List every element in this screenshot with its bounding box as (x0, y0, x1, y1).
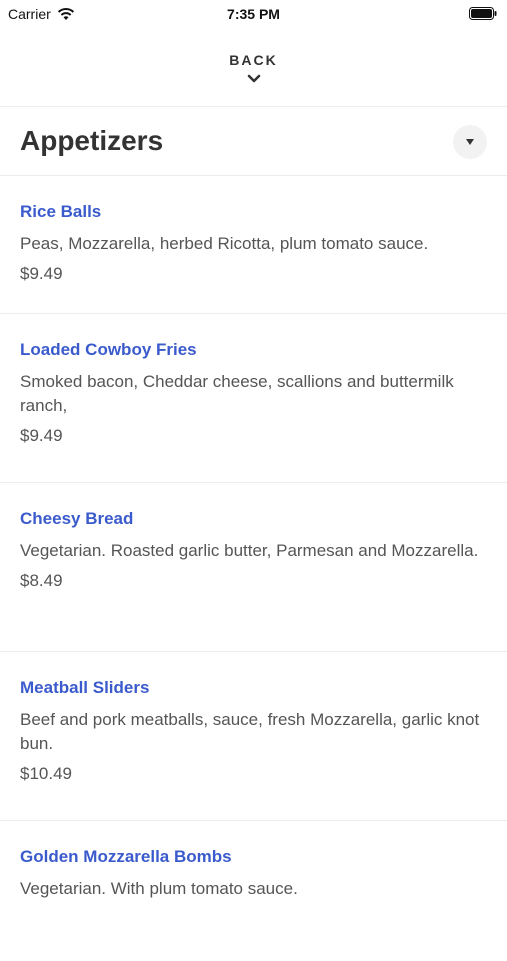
list-item[interactable]: Loaded Cowboy Fries Smoked bacon, Chedda… (0, 314, 507, 483)
item-description: Vegetarian. With plum tomato sauce. (20, 879, 298, 898)
caret-down-icon (466, 139, 474, 145)
list-item[interactable]: Cheesy Bread Vegetarian. Roasted garlic … (0, 483, 507, 652)
section-header: Appetizers (0, 107, 507, 176)
back-button[interactable]: BACK (0, 28, 507, 107)
item-description: Vegetarian. Roasted garlic butter, Parme… (20, 541, 479, 560)
page-title: Appetizers (20, 125, 164, 156)
item-price: $10.49 (20, 764, 72, 783)
item-name[interactable]: Meatball Sliders (20, 678, 487, 698)
item-name[interactable]: Cheesy Bread (20, 509, 487, 529)
list-item[interactable]: Meatball Sliders Beef and pork meatballs… (0, 652, 507, 821)
list-item[interactable]: Golden Mozzarella Bombs Vegetarian. With… (0, 821, 507, 961)
item-price: $9.49 (20, 426, 63, 445)
item-name[interactable]: Golden Mozzarella Bombs (20, 847, 487, 867)
clock: 7:35 PM (227, 6, 280, 22)
item-name[interactable]: Rice Balls (20, 202, 487, 222)
item-description: Beef and pork meatballs, sauce, fresh Mo… (20, 710, 480, 753)
item-price: $9.49 (20, 264, 63, 283)
chevron-down-icon (247, 74, 261, 83)
menu-list: Rice Balls Peas, Mozzarella, herbed Rico… (0, 176, 507, 961)
section-dropdown-button[interactable] (453, 125, 487, 159)
battery-icon (469, 7, 497, 20)
item-description: Smoked bacon, Cheddar cheese, scallions … (20, 372, 454, 415)
back-label: BACK (229, 52, 278, 68)
item-price: $8.49 (20, 571, 63, 590)
item-name[interactable]: Loaded Cowboy Fries (20, 340, 487, 360)
status-bar: Carrier 7:35 PM (0, 0, 507, 28)
list-item[interactable]: Rice Balls Peas, Mozzarella, herbed Rico… (0, 176, 507, 314)
item-description: Peas, Mozzarella, herbed Ricotta, plum t… (20, 234, 429, 253)
